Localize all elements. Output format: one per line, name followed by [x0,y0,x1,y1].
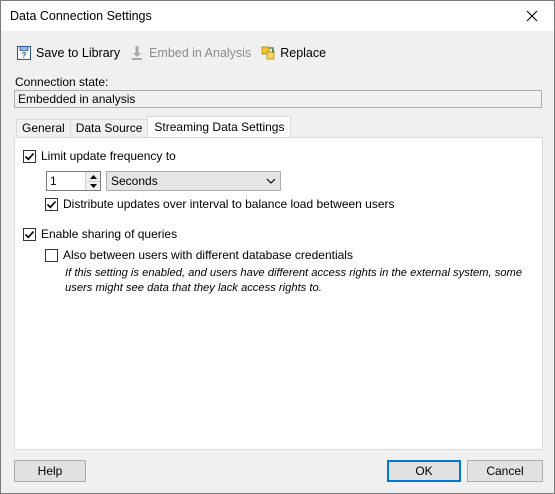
replace-button[interactable]: Replace [259,44,326,62]
access-rights-note: If this setting is enabled, and users ha… [65,267,523,294]
embed-icon [128,44,146,62]
unit-select[interactable]: Seconds [106,171,281,191]
dialog-window: Data Connection Settings ? Save to Libra… [0,0,555,494]
chevron-down-icon [266,178,276,184]
distribute-label: Distribute updates over interval to bala… [63,197,395,211]
sharing-label: Enable sharing of queries [41,227,178,241]
embed-in-analysis-label: Embed in Analysis [149,46,252,60]
distribute-row: Distribute updates over interval to bala… [45,197,395,211]
save-to-library-button[interactable]: ? Save to Library [15,44,120,62]
tab-general[interactable]: General [16,119,71,137]
checkmark-icon [24,230,35,238]
ok-button[interactable]: OK [387,460,461,482]
distribute-checkbox[interactable] [45,197,58,211]
frequency-spinner[interactable]: 1 [46,171,101,191]
toolbar: ? Save to Library Embed in Analysis Repl… [15,43,334,63]
limit-frequency-checkbox[interactable] [23,149,36,163]
checkmark-icon [24,152,35,160]
unit-select-value: Seconds [111,174,158,188]
checkmark-icon [46,200,57,208]
tab-streaming-data-settings[interactable]: Streaming Data Settings [147,116,292,137]
tab-strip: General Data Source Streaming Data Setti… [16,116,292,137]
help-button[interactable]: Help [14,460,86,482]
spinner-down-button[interactable] [86,181,100,190]
title-bar: Data Connection Settings [1,1,554,31]
save-library-icon: ? [15,44,33,62]
different-credentials-row: Also between users with different databa… [45,248,353,262]
limit-frequency-label: Limit update frequency to [41,149,176,163]
connection-state-label: Connection state: [15,75,109,89]
save-to-library-label: Save to Library [36,46,121,60]
cancel-button[interactable]: Cancel [467,460,543,482]
spinner-buttons [85,172,100,190]
arrow-down-icon [89,184,97,188]
different-credentials-label: Also between users with different databa… [63,248,353,262]
svg-text:?: ? [22,51,27,60]
limit-frequency-row: Limit update frequency to [23,149,176,163]
replace-label: Replace [280,46,327,60]
arrow-up-icon [89,174,97,179]
different-credentials-checkbox[interactable] [45,248,58,262]
window-title: Data Connection Settings [10,9,152,23]
spinner-up-button[interactable] [86,172,100,181]
tab-data-source[interactable]: Data Source [69,119,149,137]
frequency-value: 1 [50,174,57,188]
replace-icon [259,44,277,62]
connection-state-field: Embedded in analysis [14,90,542,108]
sharing-row: Enable sharing of queries [23,227,177,241]
close-button[interactable] [510,1,554,31]
embed-in-analysis-button[interactable]: Embed in Analysis [128,44,251,62]
close-icon [526,10,538,22]
sharing-checkbox[interactable] [23,227,36,241]
